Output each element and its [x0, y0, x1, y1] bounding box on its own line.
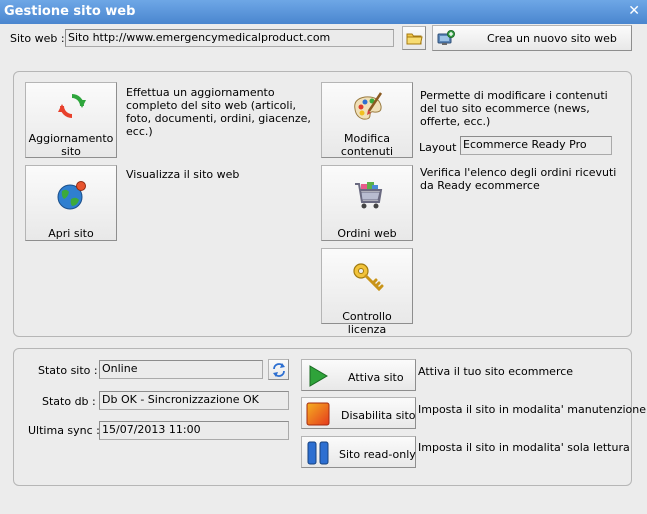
layout-label: Layout : [419, 141, 464, 154]
db-status-field: Db OK - Sincronizzazione OK [99, 391, 289, 410]
shopping-cart-icon [355, 182, 383, 209]
readonly-site-label: Sito read-only [339, 448, 416, 461]
edit-content-label-2: contenuti [340, 145, 394, 158]
last-sync-label: Ultima sync : [28, 424, 100, 437]
readonly-site-description: Imposta il sito in modalita' sola lettur… [418, 441, 630, 454]
edit-content-label-1: Modifica [344, 132, 390, 145]
refresh-arrows-icon [58, 94, 86, 118]
last-sync-field: 15/07/2013 11:00 [99, 421, 289, 440]
layout-field[interactable]: Ecommerce Ready Pro [460, 136, 612, 155]
activate-site-button[interactable]: Attiva sito [301, 359, 416, 391]
edit-content-button[interactable]: Modifica contenuti [321, 82, 413, 158]
pause-icon [307, 441, 329, 465]
update-site-description: Effettua un aggiornamento completo del s… [126, 86, 311, 138]
new-site-icon [437, 30, 455, 45]
license-check-label: Controllo licenza [342, 310, 392, 336]
refresh-status-button[interactable] [268, 359, 289, 380]
activate-site-description: Attiva il tuo sito ecommerce [418, 365, 574, 378]
update-site-button[interactable]: Aggiornamento sito [25, 82, 117, 158]
license-check-button[interactable]: Controllo licenza [321, 248, 413, 336]
stop-icon [306, 402, 330, 426]
activate-site-label: Attiva sito [348, 371, 404, 384]
window-title-bar: Gestione sito web ✕ [0, 0, 647, 24]
open-site-button[interactable]: Apri sito [25, 165, 117, 241]
open-site-label: Apri sito [48, 227, 94, 240]
close-icon[interactable]: ✕ [628, 3, 640, 19]
folder-icon [406, 33, 423, 45]
open-site-description: Visualizza il sito web [126, 168, 240, 181]
key-icon [353, 263, 384, 292]
db-status-label: Stato db : [42, 395, 96, 408]
globe-icon [57, 181, 86, 210]
web-orders-label: Ordini web [337, 227, 397, 240]
update-site-label-1: Aggiornamento [28, 132, 114, 145]
site-field[interactable]: Sito http://www.emergencymedicalproduct.… [65, 29, 394, 47]
palette-icon [354, 92, 383, 120]
refresh-icon [273, 363, 285, 377]
readonly-site-button[interactable]: Sito read-only [301, 436, 416, 468]
disable-site-description: Imposta il sito in modalita' manutenzion… [418, 403, 647, 416]
web-orders-description: Verifica l'elenco degli ordini ricevuti … [420, 166, 617, 192]
site-label: Sito web : [10, 32, 65, 45]
new-site-button[interactable]: Crea un nuovo sito web [432, 25, 632, 51]
site-status-label: Stato sito : [38, 364, 98, 377]
disable-site-button[interactable]: Disabilita sito [301, 397, 416, 429]
play-icon [309, 365, 328, 387]
new-site-label: Crea un nuovo sito web [487, 32, 617, 45]
web-orders-button[interactable]: Ordini web [321, 165, 413, 241]
disable-site-label: Disabilita sito [341, 409, 416, 422]
browse-folder-button[interactable] [402, 26, 426, 50]
update-site-label-2: sito [61, 145, 81, 158]
edit-content-description: Permette di modificare i contenuti del t… [420, 89, 608, 128]
site-status-field: Online [99, 360, 263, 379]
window-title: Gestione sito web [4, 4, 136, 19]
